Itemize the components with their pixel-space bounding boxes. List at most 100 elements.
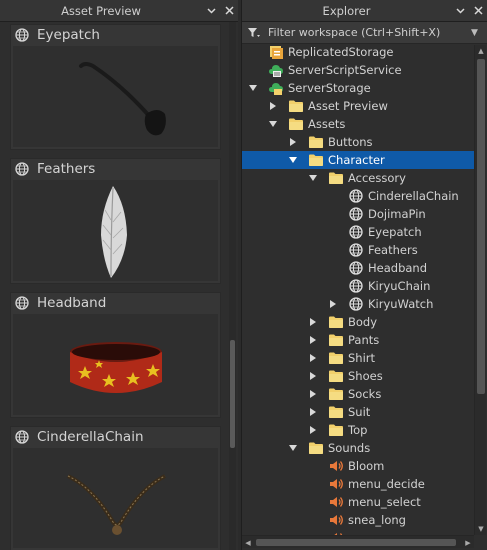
tree-item-label: Suit — [348, 405, 371, 419]
expand-arrow-down-icon[interactable] — [288, 155, 298, 165]
tree-item[interactable]: Eyepatch — [242, 223, 474, 241]
eyepatch-model-image — [79, 62, 166, 136]
tree-item-label: Feathers — [368, 243, 418, 257]
asset-card-feathers[interactable]: Feathers — [10, 158, 221, 284]
tree-item[interactable]: menu_decide — [242, 475, 474, 493]
filter-workspace-input[interactable]: Filter workspace (Ctrl+Shift+X) ▼ — [242, 22, 487, 44]
tree-item[interactable]: ReplicatedStorage — [242, 45, 474, 61]
explorer-horizontal-scrollbar[interactable]: ◀ ▶ — [242, 535, 474, 548]
tree-item-label: Socks — [348, 387, 382, 401]
tree-item[interactable]: ServerStorage — [242, 79, 474, 97]
tree-item-label: Asset Preview — [308, 99, 388, 113]
expand-arrow-right-icon[interactable] — [328, 299, 338, 309]
tree-item-label: Accessory — [348, 171, 406, 185]
asset-preview-viewport — [13, 180, 218, 281]
tree-item[interactable]: KiryuWatch — [242, 295, 474, 313]
filter-placeholder: Filter workspace (Ctrl+Shift+X) — [268, 26, 441, 39]
expand-arrow-down-icon[interactable] — [248, 83, 258, 93]
accessory-globe-icon — [15, 430, 29, 444]
tree-item[interactable]: Sounds — [242, 439, 474, 457]
tree-item[interactable]: Top — [242, 421, 474, 439]
tree-item[interactable]: Bloom — [242, 457, 474, 475]
tree-item-label: Buttons — [328, 135, 373, 149]
folder-icon — [308, 134, 324, 150]
scrollbar-thumb[interactable] — [230, 340, 235, 448]
tree-item[interactable]: Shoes — [242, 367, 474, 385]
tree-item[interactable]: Body — [242, 313, 474, 331]
tree-item[interactable]: Socks — [242, 385, 474, 403]
scroll-down-arrow-icon[interactable]: ▼ — [475, 523, 487, 535]
sound-icon — [328, 512, 344, 528]
asset-card-headband[interactable]: Headband — [10, 292, 221, 418]
asset-card-header: Headband — [11, 293, 220, 313]
expand-arrow-right-icon[interactable] — [308, 335, 318, 345]
expand-arrow-right-icon[interactable] — [308, 425, 318, 435]
folder-icon — [328, 422, 344, 438]
tree-item-label: Sounds — [328, 441, 371, 455]
accessory-icon — [348, 188, 364, 204]
scroll-right-arrow-icon[interactable]: ▶ — [462, 536, 474, 549]
tree-item[interactable]: menu_select — [242, 493, 474, 511]
tree-item[interactable]: Shirt — [242, 349, 474, 367]
tree-item[interactable]: Headband — [242, 259, 474, 277]
asset-preview-scrollbar[interactable] — [229, 22, 236, 550]
expand-arrow-down-icon[interactable] — [308, 173, 318, 183]
accessory-icon — [348, 224, 364, 240]
scroll-up-arrow-icon[interactable]: ▲ — [475, 45, 487, 57]
tree-item-label: menu_decide — [348, 477, 425, 491]
expand-arrow-right-icon[interactable] — [288, 137, 298, 147]
tree-item[interactable]: Buttons — [242, 133, 474, 151]
tree-item[interactable]: snea_long — [242, 511, 474, 529]
tree-item-label: snea_long — [348, 513, 406, 527]
expand-arrow-right-icon[interactable] — [308, 317, 318, 327]
expand-arrow-right-icon[interactable] — [268, 101, 278, 111]
tree-item-label: Assets — [308, 117, 346, 131]
scroll-left-arrow-icon[interactable]: ◀ — [242, 536, 254, 549]
asset-card-name: Feathers — [37, 161, 96, 177]
tree-item[interactable]: Feathers — [242, 241, 474, 259]
tree-item[interactable]: Pants — [242, 331, 474, 349]
tree-item[interactable]: Suit — [242, 403, 474, 421]
panel-close-icon[interactable] — [469, 0, 487, 22]
scrollbar-thumb[interactable] — [256, 539, 456, 546]
tree-item[interactable]: Accessory — [242, 169, 474, 187]
tree-item-label: Body — [348, 315, 378, 329]
explorer-tree: ReplicatedStorage ServerScriptService Serv… — [242, 45, 474, 535]
expand-arrow-right-icon[interactable] — [308, 353, 318, 363]
tree-item[interactable]: ServerScriptService — [242, 61, 474, 79]
filter-funnel-icon[interactable] — [248, 27, 262, 38]
explorer-title: Explorer — [322, 3, 371, 18]
asset-card-eyepatch[interactable]: Eyepatch — [10, 24, 221, 150]
expand-arrow-down-icon[interactable] — [288, 443, 298, 453]
expand-arrow-down-icon[interactable] — [268, 119, 278, 129]
tree-item[interactable]: CinderellaChain — [242, 187, 474, 205]
folder-icon — [288, 116, 304, 132]
asset-card-cinderellachain[interactable]: CinderellaChain — [10, 426, 221, 550]
expand-arrow-right-icon[interactable] — [308, 389, 318, 399]
folder-icon — [328, 170, 344, 186]
tree-item[interactable]: Asset Preview — [242, 97, 474, 115]
explorer-vertical-scrollbar[interactable]: ▲ ▼ — [474, 45, 486, 535]
filter-dropdown-icon[interactable]: ▼ — [471, 28, 487, 38]
scrollbar-thumb[interactable] — [477, 59, 485, 394]
tree-item[interactable]: DojimaPin — [242, 205, 474, 223]
tree-item[interactable]: KiryuChain — [242, 277, 474, 295]
expand-arrow-right-icon[interactable] — [308, 407, 318, 417]
panel-menu-chevron-icon[interactable] — [202, 0, 220, 22]
panel-menu-chevron-icon[interactable] — [451, 0, 469, 22]
folder-icon — [328, 332, 344, 348]
tree-item-label: Bloom — [348, 459, 385, 473]
expand-arrow-right-icon[interactable] — [308, 371, 318, 381]
tree-item[interactable]: Character — [242, 151, 474, 169]
asset-preview-title: Asset Preview — [61, 3, 141, 18]
panel-close-icon[interactable] — [220, 0, 238, 22]
tree-item[interactable]: Assets — [242, 115, 474, 133]
folder-icon — [328, 350, 344, 366]
